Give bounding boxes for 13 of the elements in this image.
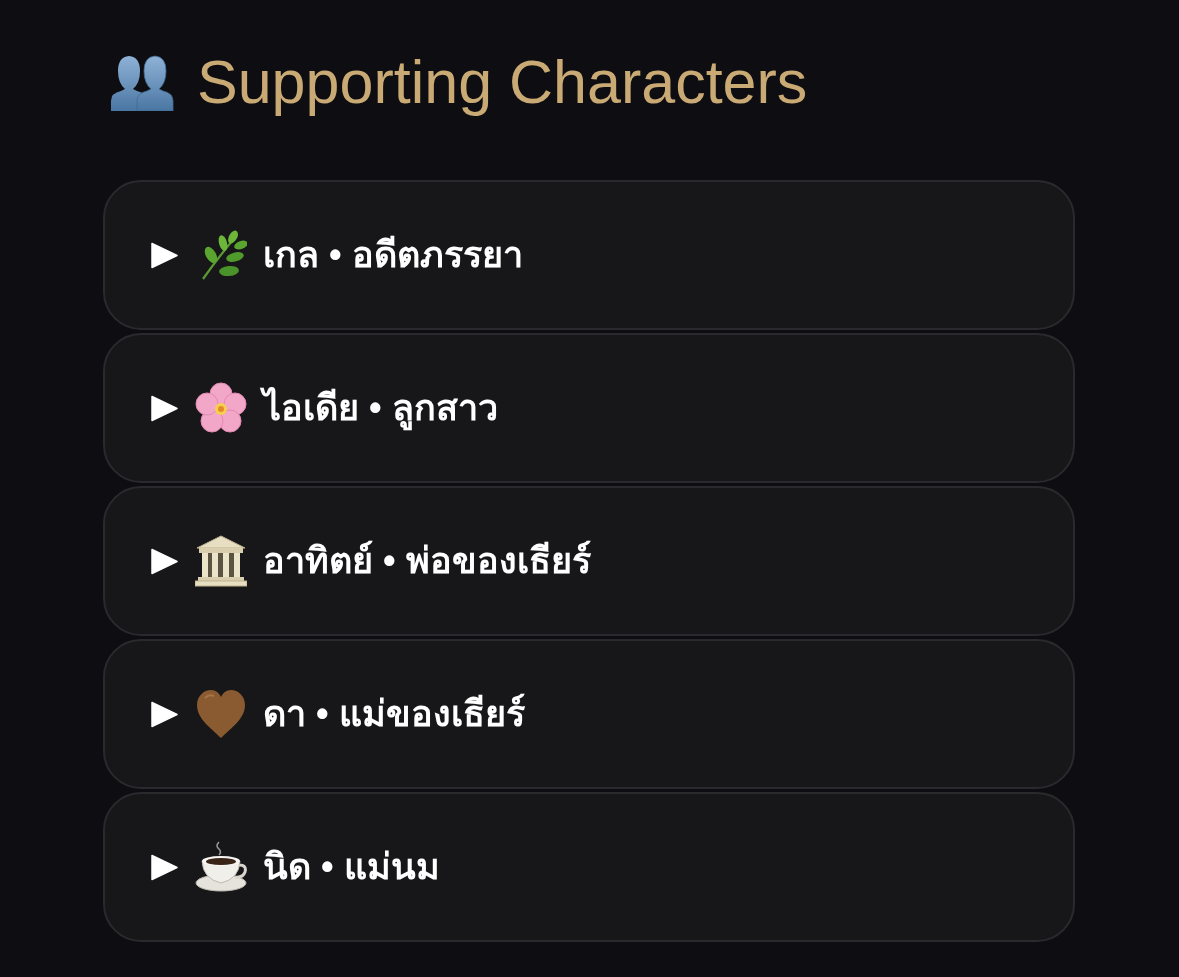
accordion-item[interactable]: เกล • อดีตภรรยา (103, 180, 1075, 330)
accordion-item[interactable]: ดา • แม่ของเธียร์ (103, 639, 1075, 789)
accordion-item[interactable]: นิด • แม่นม (103, 792, 1075, 942)
columned-building-icon (195, 535, 247, 587)
accordion-item[interactable]: อาทิตย์ • พ่อของเธียร์ (103, 486, 1075, 636)
character-label: นิด • แม่นม (263, 844, 440, 889)
character-label: เกล • อดีตภรรยา (263, 232, 523, 277)
accordion-item[interactable]: ไอเดีย • ลูกสาว (103, 333, 1075, 483)
character-label: ดา • แม่ของเธียร์ (263, 691, 525, 736)
coffee-cup-icon (195, 841, 247, 893)
heart-icon (195, 688, 247, 740)
character-label: อาทิตย์ • พ่อของเธียร์ (263, 538, 591, 583)
blossom-icon (195, 382, 247, 434)
